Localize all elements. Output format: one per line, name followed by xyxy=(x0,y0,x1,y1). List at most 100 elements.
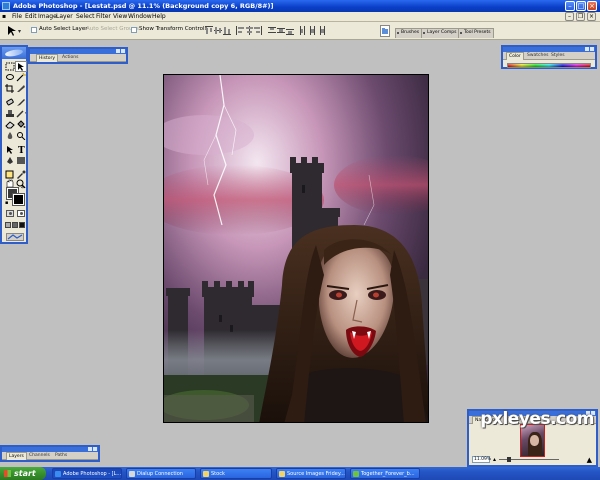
crop-tool-icon[interactable] xyxy=(5,84,15,93)
toolbox-header[interactable] xyxy=(2,47,26,59)
doc-restore-button[interactable]: ❐ xyxy=(576,12,585,21)
document-icon[interactable]: ▪ xyxy=(2,13,6,20)
svg-text:T: T xyxy=(18,146,25,154)
zoom-slider-knob[interactable] xyxy=(507,457,511,462)
well-tab-layer-comps[interactable]: Layer Comps xyxy=(421,28,460,38)
distribute-left-icon[interactable] xyxy=(299,26,307,35)
task-together-forever[interactable]: Together_Forever_b... xyxy=(350,468,420,479)
workspace: History Actions Color Swatches Styles Na… xyxy=(0,41,600,467)
paint-bucket-tool-icon[interactable] xyxy=(16,120,26,129)
menu-window[interactable]: Window xyxy=(128,13,152,20)
menu-layer[interactable]: Layer xyxy=(56,13,73,20)
menu-image[interactable]: Image xyxy=(38,13,57,20)
distribute-top-icon[interactable] xyxy=(268,26,276,35)
maximize-button[interactable]: □ xyxy=(576,1,586,11)
distribute-right-icon[interactable] xyxy=(317,26,325,35)
start-button[interactable]: start xyxy=(0,467,46,480)
marquee-tool-icon[interactable] xyxy=(5,62,15,71)
show-transform-controls-checkbox[interactable] xyxy=(131,27,137,33)
panel-minimize-icon[interactable] xyxy=(585,47,589,51)
menu-help[interactable]: Help xyxy=(152,13,166,20)
magic-wand-tool-icon[interactable] xyxy=(16,73,26,82)
tab-actions[interactable]: Actions xyxy=(60,54,80,62)
align-top-icon[interactable] xyxy=(205,26,213,35)
eraser-tool-icon[interactable] xyxy=(5,120,15,129)
tab-history[interactable]: History xyxy=(36,54,59,62)
zoom-out-icon[interactable]: ▴ xyxy=(493,456,496,463)
align-left-icon[interactable] xyxy=(236,26,244,35)
tab-layers[interactable]: Layers xyxy=(6,452,27,460)
document-canvas[interactable] xyxy=(163,74,429,423)
standard-mode-icon[interactable] xyxy=(6,210,14,217)
well-tab-tool-presets[interactable]: Tool Presets xyxy=(458,28,494,38)
feather-logo-icon xyxy=(4,48,24,58)
notes-tool-icon[interactable] xyxy=(5,170,15,179)
well-tab-brushes[interactable]: Brushes xyxy=(395,28,423,38)
default-colors-icon[interactable]: ▪ xyxy=(5,200,8,206)
task-dialup[interactable]: Dialup Connection xyxy=(126,468,196,479)
menu-edit[interactable]: Edit xyxy=(25,13,37,20)
panel-close-icon[interactable] xyxy=(93,447,97,451)
imageready-icon xyxy=(7,234,23,240)
distribute-horizontal-center-icon[interactable] xyxy=(308,26,316,35)
tab-channels[interactable]: Channels xyxy=(27,452,52,460)
blur-tool-icon[interactable] xyxy=(5,131,15,140)
full-screen-mode-icon[interactable] xyxy=(19,222,25,228)
zoom-in-icon[interactable]: ▲ xyxy=(587,456,592,464)
slice-tool-icon[interactable] xyxy=(16,84,26,93)
hand-tool-icon[interactable] xyxy=(5,179,15,188)
distribute-center-icon[interactable] xyxy=(277,26,285,35)
tab-styles[interactable]: Styles xyxy=(549,52,567,60)
zoom-field[interactable]: 11.09% xyxy=(472,456,491,463)
align-bottom-icon[interactable] xyxy=(223,26,231,35)
panel-minimize-icon[interactable] xyxy=(116,49,120,53)
menu-select[interactable]: Select xyxy=(76,13,95,20)
align-right-icon[interactable] xyxy=(254,26,262,35)
menu-filter[interactable]: Filter xyxy=(96,13,111,20)
thumbnail-face xyxy=(530,435,539,446)
eyedropper-tool-icon[interactable] xyxy=(16,170,26,179)
clone-stamp-tool-icon[interactable] xyxy=(5,109,15,118)
minimize-button[interactable]: – xyxy=(565,1,575,11)
dodge-tool-icon[interactable] xyxy=(16,131,26,140)
tool-preset-picker[interactable] xyxy=(6,25,22,37)
lasso-tool-icon[interactable] xyxy=(5,73,15,82)
distribute-bottom-icon[interactable] xyxy=(286,26,294,35)
standard-screen-mode-icon[interactable] xyxy=(5,222,11,228)
full-screen-menu-mode-icon[interactable] xyxy=(12,222,18,228)
swap-colors-icon[interactable]: ↔ xyxy=(21,185,25,191)
task-source-images[interactable]: Source Images Fridey... xyxy=(276,468,346,479)
healing-brush-tool-icon[interactable] xyxy=(5,98,15,107)
move-tool-icon[interactable] xyxy=(15,61,27,72)
panel-close-icon[interactable] xyxy=(590,47,594,51)
shape-tool-icon[interactable] xyxy=(16,156,26,165)
task-stock[interactable]: Stock xyxy=(200,468,272,479)
path-selection-tool-icon[interactable] xyxy=(5,145,15,154)
jump-to-imageready-button[interactable] xyxy=(6,233,24,241)
menu-bar: ▪ File Edit Image Layer Select Filter Vi… xyxy=(0,12,600,22)
color-ramp[interactable] xyxy=(507,63,591,68)
pen-tool-icon[interactable] xyxy=(5,156,15,165)
background-color-swatch[interactable] xyxy=(12,193,25,206)
task-together-forever-label: Together_Forever_b... xyxy=(361,471,415,477)
history-panel: History Actions xyxy=(28,47,128,64)
menu-file[interactable]: File xyxy=(12,13,22,20)
tab-swatches[interactable]: Swatches xyxy=(525,52,551,60)
close-button[interactable]: × xyxy=(587,1,597,11)
auto-select-layer-checkbox[interactable] xyxy=(31,27,37,33)
brush-tool-icon[interactable] xyxy=(16,98,26,107)
type-tool-icon[interactable]: T xyxy=(16,145,26,154)
task-photoshop[interactable]: Adobe Photoshop - [L... xyxy=(52,468,122,479)
align-vertical-center-icon[interactable] xyxy=(214,26,222,35)
doc-minimize-button[interactable]: – xyxy=(565,12,574,21)
go-to-bridge-button[interactable] xyxy=(380,25,390,37)
history-brush-tool-icon[interactable] xyxy=(16,109,26,118)
tab-color[interactable]: Color xyxy=(506,52,524,60)
panel-close-icon[interactable] xyxy=(121,49,125,53)
doc-close-button[interactable]: × xyxy=(587,12,596,21)
tab-paths[interactable]: Paths xyxy=(53,452,69,460)
align-horizontal-center-icon[interactable] xyxy=(245,26,253,35)
panel-minimize-icon[interactable] xyxy=(88,447,92,451)
menu-view[interactable]: View xyxy=(113,13,127,20)
quick-mask-mode-icon[interactable] xyxy=(17,210,25,217)
